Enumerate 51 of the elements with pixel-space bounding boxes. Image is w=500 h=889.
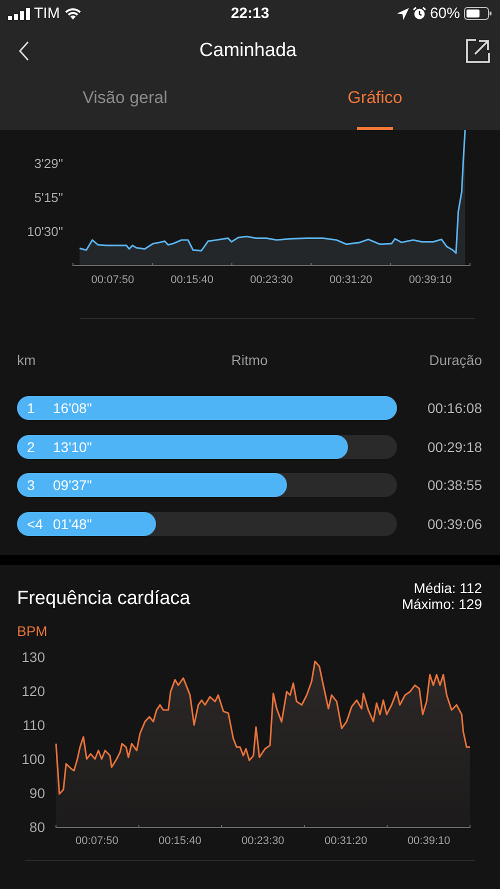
average-value: Média: 112 (414, 580, 482, 596)
axis-title: BPM (16, 622, 48, 639)
y-axis-label: 10'30" (26, 224, 63, 239)
carrier-name: TIM (34, 5, 60, 22)
section-title: Frequência cardíaca (17, 587, 190, 611)
x-axis-label: 00:39:10 (408, 274, 452, 286)
clock-time: 22:13 (230, 5, 270, 22)
page-title: Caminhada (199, 40, 297, 62)
share-icon[interactable] (466, 38, 490, 62)
y-axis-label: 120 (22, 683, 45, 699)
split-duration: 00:16:08 (428, 400, 482, 416)
location-arrow-icon (396, 8, 409, 20)
x-axis-label: 00:31:20 (329, 274, 372, 286)
wifi-icon (64, 7, 82, 20)
x-axis-label: 00:31:20 (324, 835, 368, 846)
x-axis-label: 00:07:50 (76, 835, 118, 846)
battery-percent: 60% (430, 5, 460, 22)
y-axis-label: 130 (22, 649, 45, 665)
column-header: km (17, 352, 37, 370)
pace-value: 09'37" (53, 477, 92, 493)
pace-value: 16'08" (53, 400, 92, 416)
y-axis-label: 80 (29, 819, 45, 835)
back-icon[interactable] (18, 40, 30, 60)
x-axis-label: 00:15:40 (170, 274, 214, 286)
battery-icon (464, 7, 492, 20)
alarm-clock-icon (412, 7, 426, 20)
x-axis-label: 00:39:10 (407, 835, 450, 846)
split-duration: 00:29:18 (428, 438, 482, 454)
pace-value: 13'10" (53, 438, 92, 454)
y-axis-label: 5'15" (34, 190, 63, 205)
tab[interactable]: Visão geral (0, 74, 250, 130)
y-axis-label: 100 (22, 751, 45, 767)
maximum-value: Máximo: 129 (402, 596, 482, 612)
split-duration: 00:39:06 (428, 516, 482, 532)
km-number: 2 (26, 438, 36, 454)
km-number: 3 (26, 477, 36, 493)
x-axis-label: 00:23:30 (242, 835, 284, 846)
signal-icon (8, 8, 30, 20)
y-axis-label: 3'29" (34, 156, 63, 171)
tab[interactable]: Gráfico (250, 74, 500, 130)
y-axis-label: 110 (22, 717, 45, 733)
column-header: Ritmo (231, 352, 268, 370)
km-number: 1 (26, 400, 36, 416)
y-axis-label: 90 (29, 785, 45, 801)
km-number: <4 (26, 516, 44, 532)
split-duration: 00:38:55 (428, 477, 482, 493)
x-axis-label: 00:23:30 (250, 274, 293, 286)
x-axis-label: 00:15:40 (158, 835, 202, 846)
pace-value: 01'48" (53, 516, 92, 532)
column-header: Duração (429, 352, 482, 370)
x-axis-label: 00:07:50 (91, 274, 134, 286)
